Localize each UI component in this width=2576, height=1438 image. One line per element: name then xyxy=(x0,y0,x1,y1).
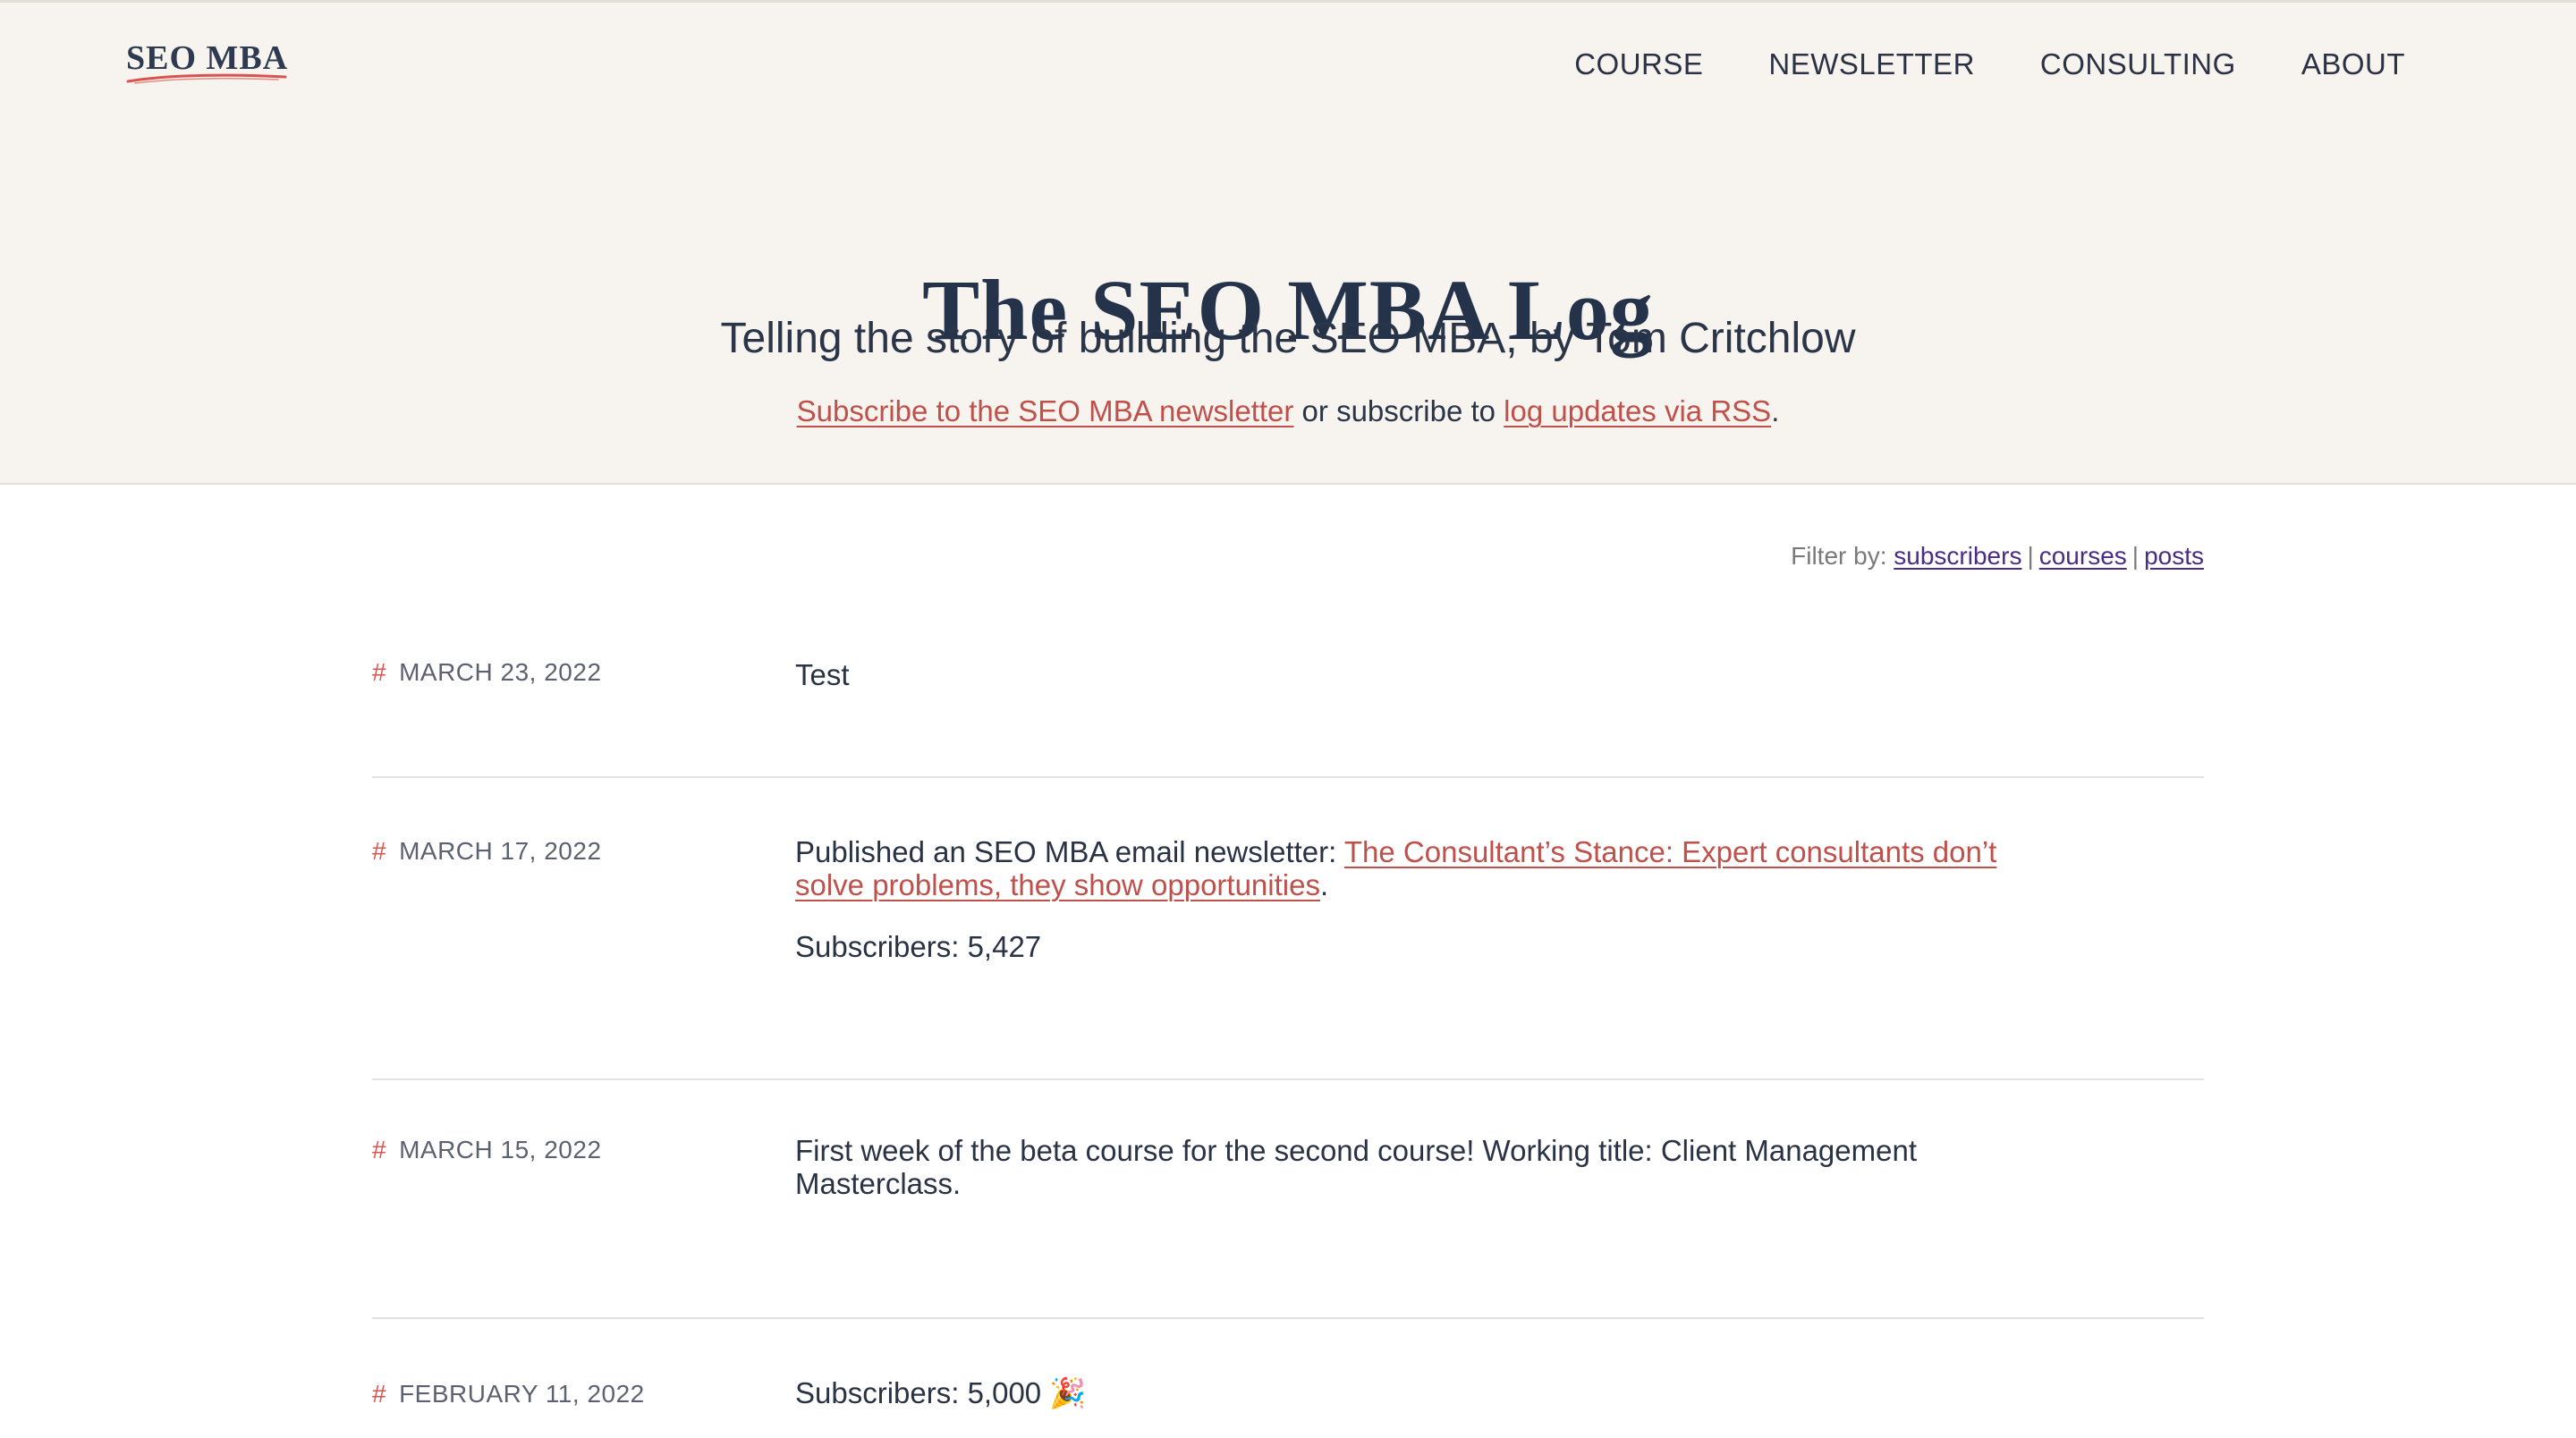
entry-text-prefix: Published an SEO MBA email newsletter: xyxy=(795,835,1344,868)
entry-permalink-hash[interactable]: # xyxy=(372,1380,386,1408)
filter-courses-link[interactable]: courses xyxy=(2039,542,2127,570)
entry-date: # FEBRUARY 11, 2022 xyxy=(372,1380,645,1408)
log-list: # MARCH 23, 2022 Test # MARCH 17, 2022 Pub… xyxy=(372,626,2204,1426)
entry-date-text: MARCH 23, 2022 xyxy=(399,658,602,686)
log-entry: # MARCH 17, 2022 Published an SEO MBA ema… xyxy=(372,778,2204,1080)
rss-link[interactable]: log updates via RSS xyxy=(1504,394,1771,427)
logo[interactable]: SEO MBA xyxy=(126,35,287,89)
entry-date-text: MARCH 15, 2022 xyxy=(399,1136,602,1163)
entry-body: First week of the beta course for the se… xyxy=(795,1134,2029,1229)
entry-text: Test xyxy=(795,658,850,691)
filter-separator: | xyxy=(2131,542,2140,570)
entry-subscriber-count: Subscribers: 5,427 xyxy=(795,930,1042,963)
page-subtitle: Telling the story of building the SEO MB… xyxy=(720,315,1856,362)
entry-permalink-hash[interactable]: # xyxy=(372,837,386,865)
log-entry: # FEBRUARY 11, 2022 Subscribers: 5,000 🎉 xyxy=(372,1319,2204,1426)
nav-item-about[interactable]: ABOUT xyxy=(2301,47,2405,81)
entry-date: # MARCH 23, 2022 xyxy=(372,658,602,687)
filter-subscribers-link[interactable]: subscribers xyxy=(1894,542,2021,570)
entry-date: # MARCH 15, 2022 xyxy=(372,1136,602,1164)
nav-item-newsletter[interactable]: NEWSLETTER xyxy=(1768,47,1975,81)
subscribe-middle-text: or subscribe to xyxy=(1293,394,1504,427)
entry-text: First week of the beta course for the se… xyxy=(795,1134,1917,1200)
subscribe-end-text: . xyxy=(1771,394,1780,427)
hero-header: SEO MBA COURSE NEWSLETTER CONSULTING ABO… xyxy=(0,0,2576,485)
filter-separator: | xyxy=(2027,542,2034,570)
logo-underline-swoosh xyxy=(126,73,287,84)
newsletter-subscribe-link[interactable]: Subscribe to the SEO MBA newsletter xyxy=(797,394,1294,427)
filter-posts-link[interactable]: posts xyxy=(2144,542,2204,570)
entry-date: # MARCH 17, 2022 xyxy=(372,837,602,866)
log-entry: # MARCH 23, 2022 Test xyxy=(372,626,2204,778)
main-nav: COURSE NEWSLETTER CONSULTING ABOUT xyxy=(1509,47,2405,81)
log-entry: # MARCH 15, 2022 First week of the beta c… xyxy=(372,1080,2204,1319)
filter-label: Filter by: xyxy=(1791,542,1894,570)
entry-text-suffix: . xyxy=(1319,868,1329,901)
entry-text: Published an SEO MBA email newsletter: T… xyxy=(795,835,2065,901)
entry-date-text: MARCH 17, 2022 xyxy=(399,837,602,865)
subscribe-line: Subscribe to the SEO MBA newsletter or s… xyxy=(0,394,2576,428)
entry-text: Subscribers: 5,000 🎉 xyxy=(795,1376,1087,1409)
nav-item-consulting[interactable]: CONSULTING xyxy=(2040,47,2236,81)
entry-body: Test xyxy=(795,658,2065,720)
entry-permalink-hash[interactable]: # xyxy=(372,1136,386,1163)
entry-body: Published an SEO MBA email newsletter: T… xyxy=(795,835,2065,992)
nav-item-course[interactable]: COURSE xyxy=(1574,47,1703,81)
entry-date-text: FEBRUARY 11, 2022 xyxy=(399,1380,645,1408)
entry-permalink-hash[interactable]: # xyxy=(372,658,386,686)
entry-body: Subscribers: 5,000 🎉 xyxy=(795,1376,2065,1438)
filter-bar: Filter by: subscribers | courses | posts xyxy=(1791,542,2204,571)
